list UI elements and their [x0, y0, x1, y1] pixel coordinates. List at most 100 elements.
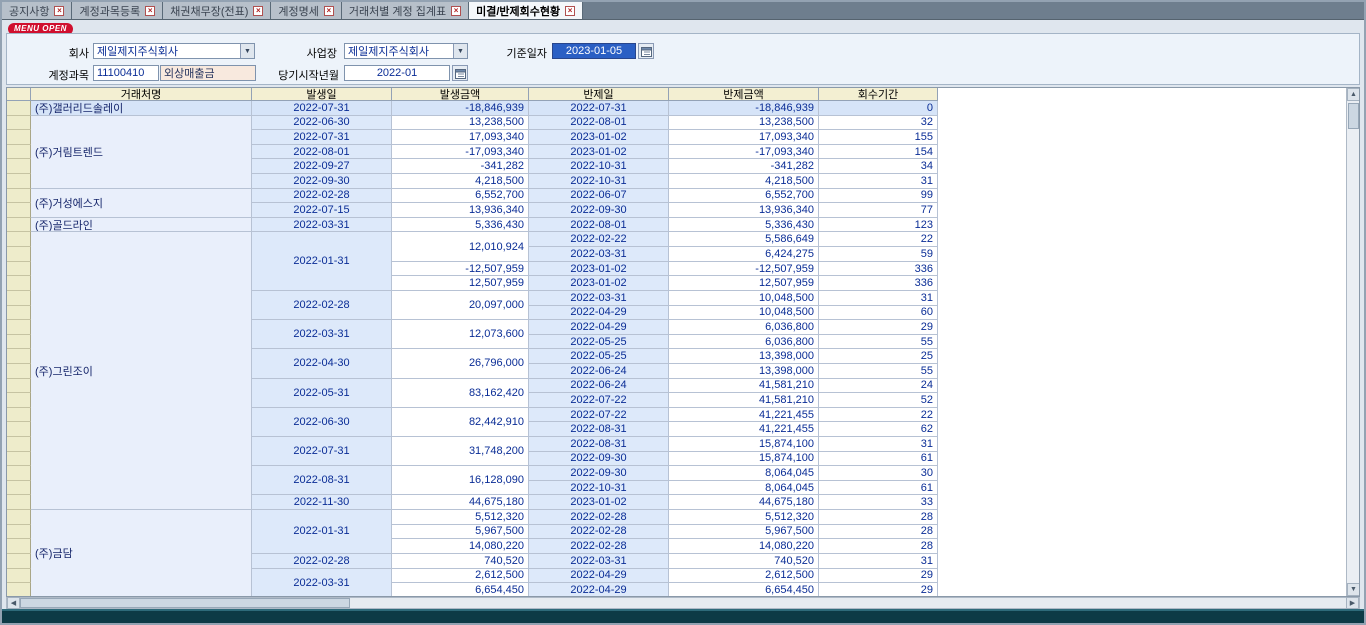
- settle-amount-cell[interactable]: 4,218,500: [669, 174, 819, 189]
- tab-3[interactable]: 채권채무장(전표)×: [163, 2, 271, 19]
- occur-date-cell[interactable]: 2022-02-28: [252, 189, 392, 204]
- occur-amount-cell[interactable]: 740,520: [392, 554, 529, 569]
- row-selector-cell[interactable]: [7, 408, 31, 423]
- tab-close-icon[interactable]: ×: [565, 6, 575, 16]
- settle-date-cell[interactable]: 2022-03-31: [529, 247, 669, 262]
- settle-amount-cell[interactable]: 44,675,180: [669, 495, 819, 510]
- row-selector-cell[interactable]: [7, 320, 31, 335]
- collect-days-cell[interactable]: 99: [819, 189, 938, 204]
- collect-days-cell[interactable]: 155: [819, 130, 938, 145]
- calendar-icon[interactable]: [452, 65, 468, 81]
- settle-date-cell[interactable]: 2022-09-30: [529, 203, 669, 218]
- tab-close-icon[interactable]: ×: [54, 6, 64, 16]
- settle-amount-cell[interactable]: 5,512,320: [669, 510, 819, 525]
- settle-date-cell[interactable]: 2023-01-02: [529, 145, 669, 160]
- settle-date-cell[interactable]: 2022-03-31: [529, 291, 669, 306]
- settle-date-cell[interactable]: 2022-10-31: [529, 159, 669, 174]
- settle-amount-cell[interactable]: 41,581,210: [669, 379, 819, 394]
- row-selector-cell[interactable]: [7, 452, 31, 467]
- occur-amount-cell[interactable]: -12,507,959: [392, 262, 529, 277]
- occur-date-cell[interactable]: 2022-03-31: [252, 218, 392, 233]
- row-selector-cell[interactable]: [7, 525, 31, 540]
- settle-date-cell[interactable]: 2022-05-25: [529, 335, 669, 350]
- occur-amount-cell[interactable]: 16,128,090: [392, 466, 529, 495]
- occur-date-cell[interactable]: 2022-07-31: [252, 101, 392, 116]
- row-selector-cell[interactable]: [7, 481, 31, 496]
- row-selector-cell[interactable]: [7, 437, 31, 452]
- occur-amount-cell[interactable]: 2,612,500: [392, 569, 529, 584]
- row-selector-cell[interactable]: [7, 306, 31, 321]
- calendar-icon[interactable]: [638, 43, 654, 59]
- occur-date-cell[interactable]: 2022-06-30: [252, 408, 392, 437]
- settle-amount-cell[interactable]: 5,967,500: [669, 525, 819, 540]
- tab-close-icon[interactable]: ×: [253, 6, 263, 16]
- settle-amount-cell[interactable]: 10,048,500: [669, 291, 819, 306]
- collect-days-cell[interactable]: 31: [819, 174, 938, 189]
- settle-date-cell[interactable]: 2022-08-01: [529, 116, 669, 131]
- collect-days-cell[interactable]: 336: [819, 262, 938, 277]
- settle-amount-cell[interactable]: -17,093,340: [669, 145, 819, 160]
- settle-amount-cell[interactable]: 8,064,045: [669, 466, 819, 481]
- row-selector-cell[interactable]: [7, 335, 31, 350]
- row-selector-cell[interactable]: [7, 554, 31, 569]
- occur-amount-cell[interactable]: 5,967,500: [392, 525, 529, 540]
- scroll-left-icon[interactable]: ◀: [7, 597, 20, 609]
- settle-date-cell[interactable]: 2022-02-28: [529, 539, 669, 554]
- column-header-6[interactable]: 회수기간: [819, 88, 938, 101]
- collect-days-cell[interactable]: 0: [819, 101, 938, 116]
- tab-1[interactable]: 공지사항×: [2, 2, 72, 19]
- settle-date-cell[interactable]: 2022-07-22: [529, 393, 669, 408]
- settle-date-cell[interactable]: 2022-08-31: [529, 437, 669, 452]
- settle-amount-cell[interactable]: 41,221,455: [669, 422, 819, 437]
- chevron-down-icon[interactable]: ▼: [453, 44, 467, 58]
- occur-amount-cell[interactable]: 4,218,500: [392, 174, 529, 189]
- base-date-input[interactable]: [552, 43, 636, 59]
- row-selector-cell[interactable]: [7, 393, 31, 408]
- collect-days-cell[interactable]: 52: [819, 393, 938, 408]
- customer-cell[interactable]: (주)거성에스지: [31, 189, 252, 218]
- tab-6[interactable]: 미결/반제회수현황×: [469, 2, 583, 19]
- row-selector-cell[interactable]: [7, 422, 31, 437]
- occur-date-cell[interactable]: 2022-07-31: [252, 437, 392, 466]
- occur-date-cell[interactable]: 2022-01-31: [252, 232, 392, 290]
- collect-days-cell[interactable]: 22: [819, 408, 938, 423]
- occur-amount-cell[interactable]: -18,846,939: [392, 101, 529, 116]
- settle-date-cell[interactable]: 2022-05-25: [529, 349, 669, 364]
- settle-date-cell[interactable]: 2022-03-31: [529, 554, 669, 569]
- settle-date-cell[interactable]: 2022-10-31: [529, 174, 669, 189]
- row-selector-cell[interactable]: [7, 101, 31, 116]
- settle-amount-cell[interactable]: 5,336,430: [669, 218, 819, 233]
- settle-date-cell[interactable]: 2022-08-01: [529, 218, 669, 233]
- occur-amount-cell[interactable]: 14,080,220: [392, 539, 529, 554]
- row-selector-cell[interactable]: [7, 232, 31, 247]
- settle-amount-cell[interactable]: 15,874,100: [669, 437, 819, 452]
- settle-amount-cell[interactable]: 13,398,000: [669, 349, 819, 364]
- vertical-scrollbar[interactable]: ▲ ▼: [1346, 88, 1359, 596]
- settle-date-cell[interactable]: 2022-02-28: [529, 510, 669, 525]
- row-selector-cell[interactable]: [7, 262, 31, 277]
- collect-days-cell[interactable]: 25: [819, 349, 938, 364]
- collect-days-cell[interactable]: 30: [819, 466, 938, 481]
- collect-days-cell[interactable]: 33: [819, 495, 938, 510]
- settle-date-cell[interactable]: 2022-02-22: [529, 232, 669, 247]
- settle-date-cell[interactable]: 2022-06-24: [529, 364, 669, 379]
- column-header-5[interactable]: 반제금액: [669, 88, 819, 101]
- settle-date-cell[interactable]: 2022-09-30: [529, 452, 669, 467]
- scroll-up-icon[interactable]: ▲: [1347, 88, 1360, 101]
- occur-amount-cell[interactable]: 82,442,910: [392, 408, 529, 437]
- collect-days-cell[interactable]: 55: [819, 335, 938, 350]
- collect-days-cell[interactable]: 61: [819, 481, 938, 496]
- row-selector-cell[interactable]: [7, 145, 31, 160]
- tab-5[interactable]: 거래처별 계정 집계표×: [342, 2, 469, 19]
- occur-amount-cell[interactable]: -17,093,340: [392, 145, 529, 160]
- collect-days-cell[interactable]: 32: [819, 116, 938, 131]
- customer-cell[interactable]: (주)금담: [31, 510, 252, 597]
- collect-days-cell[interactable]: 28: [819, 510, 938, 525]
- settle-amount-cell[interactable]: 17,093,340: [669, 130, 819, 145]
- occur-date-cell[interactable]: 2022-06-30: [252, 116, 392, 131]
- settle-date-cell[interactable]: 2022-04-29: [529, 569, 669, 584]
- collect-days-cell[interactable]: 28: [819, 539, 938, 554]
- customer-cell[interactable]: (주)갤러리드솔레이: [31, 101, 252, 116]
- row-selector-cell[interactable]: [7, 583, 31, 597]
- settle-date-cell[interactable]: 2022-09-30: [529, 466, 669, 481]
